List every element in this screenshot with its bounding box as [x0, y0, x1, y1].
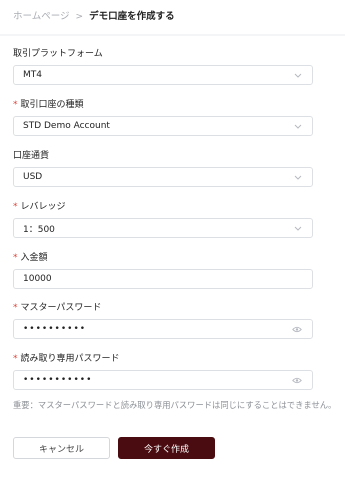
master-password-field: * マスターパスワード •••••••••• [13, 302, 313, 339]
leverage-value: 1：500 [23, 224, 55, 235]
readonly-password-label: * 読み取り専用パスワード [13, 354, 120, 364]
breadcrumb-home-link[interactable]: ホームページ [13, 10, 70, 24]
chevron-down-icon [293, 224, 303, 232]
breadcrumb: ホームページ > デモ口座を作成する [13, 10, 175, 24]
leverage-field: * レバレッジ 1：500 [13, 201, 313, 238]
eye-icon[interactable] [291, 376, 303, 384]
readonly-password-value: ••••••••••• [23, 375, 93, 385]
required-mark: * [13, 303, 18, 313]
breadcrumb-separator: > [75, 12, 84, 22]
account-type-select[interactable]: STD Demo Account [13, 116, 313, 136]
master-password-label: * マスターパスワード [13, 303, 102, 313]
leverage-select[interactable]: 1：500 [13, 218, 313, 238]
create-demo-account-form: 取引プラットフォーム MT4 * 取引口座の種類 STD Demo Account… [0, 36, 345, 480]
deposit-field: * 入金額 10000 [13, 252, 313, 289]
required-mark: * [13, 100, 18, 110]
chevron-down-icon [293, 173, 303, 181]
account-type-label: * 取引口座の種類 [13, 100, 84, 110]
account-type-value: STD Demo Account [23, 121, 110, 131]
password-note: 重要：マスターパスワードと読み取り専用パスワードは同じにすることはできません。 [13, 400, 337, 410]
readonly-password-field: * 読み取り専用パスワード ••••••••••• [13, 353, 313, 390]
platform-value: MT4 [23, 70, 42, 80]
chevron-down-icon [293, 71, 303, 79]
eye-icon[interactable] [291, 325, 303, 333]
create-now-button[interactable]: 今すぐ作成 [118, 437, 215, 459]
platform-label: 取引プラットフォーム [13, 49, 103, 59]
deposit-input[interactable]: 10000 [13, 269, 313, 289]
master-password-input[interactable]: •••••••••• [13, 319, 313, 339]
required-mark: * [13, 202, 18, 212]
breadcrumb-current: デモ口座を作成する [89, 11, 175, 22]
required-mark: * [13, 354, 18, 364]
page: ホームページ > デモ口座を作成する 取引プラットフォーム MT4 * 取引口座の… [0, 0, 345, 480]
readonly-password-input[interactable]: ••••••••••• [13, 370, 313, 390]
platform-select[interactable]: MT4 [13, 65, 313, 85]
header-bar: ホームページ > デモ口座を作成する [0, 0, 345, 34]
deposit-label: * 入金額 [13, 253, 48, 263]
currency-value: USD [23, 172, 43, 182]
leverage-label: * レバレッジ [13, 202, 66, 212]
master-password-value: •••••••••• [23, 324, 87, 334]
currency-select[interactable]: USD [13, 167, 313, 187]
currency-field: 口座通貨 USD [13, 150, 313, 187]
platform-field: 取引プラットフォーム MT4 [13, 48, 313, 85]
required-mark: * [13, 253, 18, 263]
deposit-value: 10000 [23, 274, 52, 284]
currency-label: 口座通貨 [13, 151, 50, 161]
account-type-field: * 取引口座の種類 STD Demo Account [13, 99, 313, 136]
chevron-down-icon [293, 122, 303, 130]
cancel-button[interactable]: キャンセル [13, 437, 110, 459]
